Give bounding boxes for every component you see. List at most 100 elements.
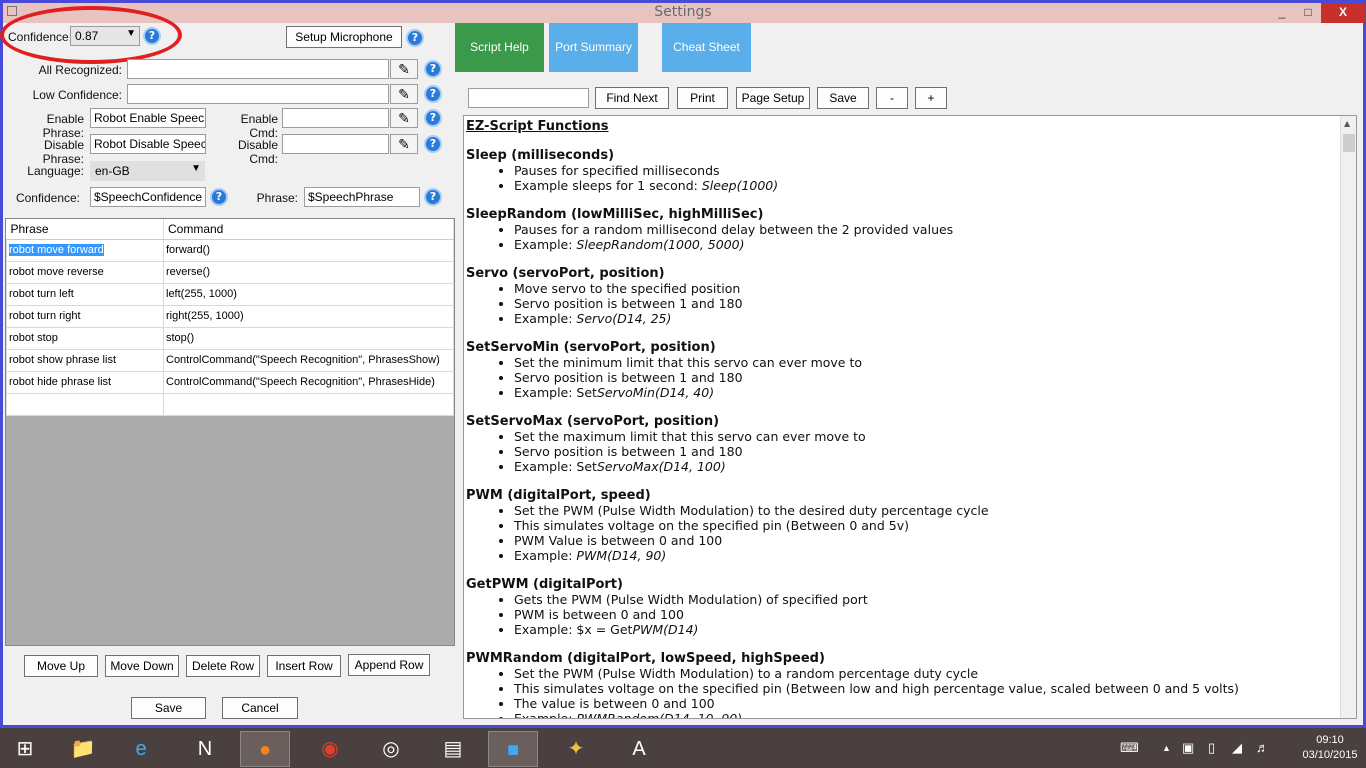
windows-start-icon[interactable]: ⊞	[0, 731, 50, 767]
table-row[interactable]: robot turn right right(255, 1000)	[6, 304, 454, 328]
example-code: Servo(D14, 25)	[576, 311, 672, 326]
page-setup-button[interactable]: Page Setup	[736, 87, 810, 109]
example-code: SleepRandom(1000, 5000)	[576, 237, 745, 252]
tab-script-help[interactable]: Script Help	[455, 23, 544, 72]
document-app-icon[interactable]: A	[614, 731, 664, 767]
print-button[interactable]: Print	[677, 87, 728, 109]
pencil-icon[interactable]: ✎	[390, 134, 418, 154]
pencil-icon[interactable]: ✎	[390, 84, 418, 104]
maximize-button[interactable]: □	[1297, 3, 1319, 23]
setup-microphone-button[interactable]: Setup Microphone	[286, 26, 402, 48]
vertical-scrollbar[interactable]: ▲	[1340, 116, 1356, 718]
enable-help-icon[interactable]: ?	[424, 109, 442, 127]
phrase-cell[interactable]	[6, 392, 164, 416]
table-row[interactable]: robot move reverse reverse()	[6, 260, 454, 284]
append-row-button[interactable]: Append Row	[348, 654, 430, 676]
tab-port-summary[interactable]: Port Summary	[549, 23, 638, 72]
tab-cheat-sheet[interactable]: Cheat Sheet	[662, 23, 751, 72]
command-cell[interactable]: stop()	[163, 326, 454, 350]
table-row[interactable]: robot turn left left(255, 1000)	[6, 282, 454, 306]
command-cell[interactable]: forward()	[163, 238, 454, 262]
show-hidden-icons-icon[interactable]: ▲	[1162, 728, 1171, 768]
nd-app-icon[interactable]: N	[180, 731, 230, 767]
language-select[interactable]: en-GB ▼	[90, 161, 205, 181]
zoom-out-button[interactable]: -	[876, 87, 908, 109]
internet-explorer-icon[interactable]: e	[116, 731, 166, 767]
volume-icon[interactable]: ♬	[1256, 728, 1269, 768]
phrase-cell[interactable]: robot show phrase list	[6, 348, 164, 372]
action-center-icon[interactable]: ▣	[1182, 728, 1194, 768]
scrollbar-thumb[interactable]	[1343, 134, 1355, 152]
table-row[interactable]: robot show phrase list ControlCommand("Sp…	[6, 348, 454, 372]
disable-cmd-label: Disable Cmd:	[237, 138, 278, 166]
network-icon[interactable]: ◢	[1232, 728, 1242, 768]
headphones-app-icon[interactable]: ◉	[305, 731, 355, 767]
language-select-value: en-GB	[95, 164, 130, 178]
delete-row-button[interactable]: Delete Row	[186, 655, 260, 677]
command-cell[interactable]	[163, 392, 454, 416]
disable-help-icon[interactable]: ?	[424, 135, 442, 153]
table-row[interactable]: robot move forward forward()	[6, 238, 454, 262]
save-button[interactable]: Save	[131, 697, 206, 719]
file-explorer-icon[interactable]: 📁	[58, 731, 108, 767]
disable-cmd-field[interactable]	[282, 134, 389, 154]
move-up-button[interactable]: Move Up	[24, 655, 98, 677]
enable-phrase-field[interactable]: Robot Enable Speech	[90, 108, 206, 128]
function-description-list: Gets the PWM (Pulse Width Modulation) of…	[514, 592, 1336, 637]
table-row[interactable]: robot stop stop()	[6, 326, 454, 350]
save-doc-button[interactable]: Save	[817, 87, 869, 109]
confidence-variable-field[interactable]: $SpeechConfidence	[90, 187, 206, 207]
camera-app-icon[interactable]: ◎	[366, 731, 416, 767]
confidence-variable-help-icon[interactable]: ?	[210, 188, 228, 206]
low-confidence-field[interactable]	[127, 84, 389, 104]
find-next-button[interactable]: Find Next	[595, 87, 669, 109]
cancel-button[interactable]: Cancel	[222, 697, 298, 719]
function-title: Sleep (milliseconds)	[466, 148, 615, 163]
function-description-item: PWM is between 0 and 100	[514, 607, 1336, 622]
phrase-variable-field[interactable]: $SpeechPhrase	[304, 187, 420, 207]
all-recognized-help-icon[interactable]: ?	[424, 60, 442, 78]
microphone-help-icon[interactable]: ?	[406, 29, 424, 47]
title-bar[interactable]: Settings _ □ X	[3, 3, 1365, 23]
phrase-cell[interactable]: robot turn left	[6, 282, 164, 306]
phrase-cell[interactable]: robot turn right	[6, 304, 164, 328]
ez-builder-icon[interactable]: ■	[488, 731, 538, 767]
table-row-new[interactable]	[6, 392, 454, 416]
phrase-command-grid[interactable]: Phrase Command robot move forward forward…	[5, 218, 455, 646]
phrase-cell[interactable]: robot hide phrase list	[6, 370, 164, 394]
column-header-command[interactable]: Command	[163, 219, 454, 240]
command-cell[interactable]: left(255, 1000)	[163, 282, 454, 306]
command-cell[interactable]: reverse()	[163, 260, 454, 284]
phrase-variable-help-icon[interactable]: ?	[424, 188, 442, 206]
scroll-up-icon[interactable]: ▲	[1344, 119, 1350, 128]
command-cell[interactable]: ControlCommand("Speech Recognition", Phr…	[163, 370, 454, 394]
pencil-icon[interactable]: ✎	[390, 59, 418, 79]
description-text: Pauses for specified milliseconds	[514, 163, 720, 178]
enable-cmd-field[interactable]	[282, 108, 389, 128]
phrase-cell[interactable]: robot move reverse	[6, 260, 164, 284]
disable-phrase-field[interactable]: Robot Disable Speech	[90, 134, 206, 154]
table-row[interactable]: robot hide phrase list ControlCommand("Sp…	[6, 370, 454, 394]
function-description-list: Set the PWM (Pulse Width Modulation) to …	[514, 666, 1336, 718]
move-down-button[interactable]: Move Down	[105, 655, 179, 677]
low-confidence-help-icon[interactable]: ?	[424, 85, 442, 103]
script-help-document[interactable]: EZ-Script Functions Sleep (milliseconds)…	[463, 115, 1357, 719]
close-button[interactable]: X	[1321, 3, 1365, 23]
column-header-phrase[interactable]: Phrase	[6, 219, 164, 240]
insert-row-button[interactable]: Insert Row	[267, 655, 341, 677]
zoom-in-button[interactable]: +	[915, 87, 947, 109]
phrase-cell[interactable]: robot move forward	[9, 244, 104, 256]
phrase-cell[interactable]: robot stop	[6, 326, 164, 350]
command-cell[interactable]: right(255, 1000)	[163, 304, 454, 328]
keyboard-icon[interactable]: ⌨	[1120, 728, 1139, 768]
find-input[interactable]	[468, 88, 589, 108]
paint-icon[interactable]: ✦	[551, 731, 601, 767]
terminal-app-icon[interactable]: ▤	[428, 731, 478, 767]
all-recognized-field[interactable]	[127, 59, 389, 79]
battery-icon[interactable]: ▯	[1208, 728, 1215, 768]
command-cell[interactable]: ControlCommand("Speech Recognition", Phr…	[163, 348, 454, 372]
pencil-icon[interactable]: ✎	[390, 108, 418, 128]
minimize-button[interactable]: _	[1271, 3, 1293, 23]
system-clock[interactable]: 09:10 03/10/2015	[1300, 733, 1360, 763]
firefox-icon[interactable]: ●	[240, 731, 290, 767]
